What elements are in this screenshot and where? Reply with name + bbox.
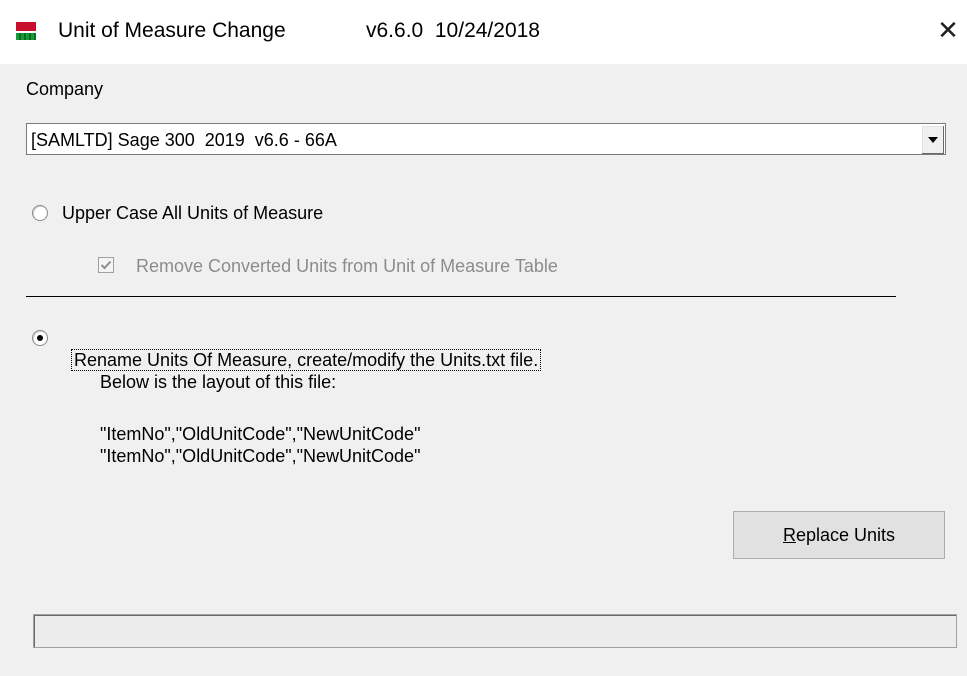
layout-line-1: "ItemNo","OldUnitCode","NewUnitCode" [100,424,421,444]
app-icon [16,22,36,40]
upper-case-radio[interactable] [32,205,48,221]
chevron-down-icon[interactable] [921,125,944,154]
rename-units-label: Rename Units Of Measure, create/modify t… [71,349,542,371]
window-title: Unit of Measure Change [58,19,286,42]
checkmark-icon [100,260,112,270]
upper-case-label[interactable]: Upper Case All Units of Measure [62,202,323,224]
layout-line-2: "ItemNo","OldUnitCode","NewUnitCode" [100,446,421,466]
remove-converted-label: Remove Converted Units from Unit of Meas… [136,256,558,276]
title-bar: Unit of Measure Change v6.6.0 10/24/2018… [0,0,967,64]
layout-intro-text: Below is the layout of this file: [100,372,337,392]
company-select[interactable]: [SAMLTD] Sage 300 2019 v6.6 - 66A [26,123,946,155]
remove-converted-checkbox[interactable] [98,257,114,273]
company-label: Company [26,79,104,99]
window-version: v6.6.0 10/24/2018 [366,19,540,42]
replace-units-button[interactable]: Replace Units [733,511,945,559]
progress-bar [33,614,957,648]
company-selected-value: [SAMLTD] Sage 300 2019 v6.6 - 66A [31,130,337,150]
replace-units-mnemonic: R [782,525,796,545]
rename-units-radio[interactable] [32,330,48,346]
replace-units-label: eplace Units [795,525,896,545]
close-button[interactable]: ✕ [934,14,962,46]
close-icon: ✕ [937,15,959,45]
section-divider [26,296,896,297]
rename-units-option[interactable]: Rename Units Of Measure, create/modify t… [64,327,542,371]
